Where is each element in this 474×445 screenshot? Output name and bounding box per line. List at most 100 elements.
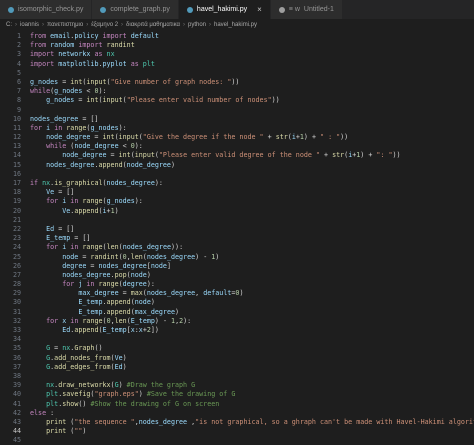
code-area[interactable]: from email.policy import default from ran… [30,32,474,441]
code-line[interactable]: ​ [30,372,474,381]
code-line[interactable]: while(g_nodes < 0): [30,87,474,96]
code-line[interactable]: degree = nodes_degree[node] [30,262,474,271]
editor-tab-bar: isomorphic_check.py complete_graph.py have… [0,0,474,19]
line-number: 10 [12,114,21,123]
tab-1[interactable]: complete_graph.py [92,0,179,19]
code-line[interactable]: import matplotlib.pyplot as plt [30,60,474,69]
line-number: 43 [12,417,21,426]
code-line[interactable]: ​ [30,436,474,441]
chevron-right-icon: › [15,22,17,28]
code-line[interactable]: if nx.is_graphical(nodes_degree): [30,179,474,188]
line-number: 34 [12,335,21,344]
tab-label: complete_graph.py [110,6,170,13]
code-line[interactable]: for j in range(degree): [30,280,474,289]
code-line[interactable]: nodes_degree.pop(node) [30,271,474,280]
tab-label: isomorphic_check.py [18,6,84,13]
python-file-icon [100,6,107,13]
line-number: 23 [12,234,21,243]
code-line[interactable]: while (node_degree < 0): [30,142,474,151]
code-line[interactable]: ​ [30,106,474,115]
tab-label: havel_hakimi.py [196,6,248,13]
code-line[interactable]: G = nx.Graph() [30,344,474,353]
code-line[interactable]: ​ [30,216,474,225]
code-line[interactable]: g_nodes = int(input("Please enter valid … [30,96,474,105]
chevron-right-icon: › [86,22,89,28]
line-number: 9 [16,105,21,114]
breadcrumb-item[interactable]: python [188,22,206,28]
line-number: 1 [16,32,21,40]
code-line[interactable]: G.add_nodes_from(Ve) [30,354,474,363]
line-number: 38 [12,371,21,380]
line-number: 19 [12,197,21,206]
line-number: 7 [16,87,21,96]
code-line[interactable]: ​ [30,69,474,78]
code-line[interactable]: for i in range(g_nodes): [30,124,474,133]
tab-3[interactable]: ≡ w Untitled-1 [270,0,343,19]
breadcrumb: C: › ioannis › πανεπιστημιο › έξαμηνο 2 › διακρι… [0,19,474,31]
python-file-icon [8,6,14,13]
code-line[interactable]: Ed = [] [30,225,474,234]
code-line[interactable]: E_temp.append(node) [30,298,474,307]
code-line[interactable]: G.add_edges_from(Ed) [30,363,474,372]
line-number: 15 [12,160,21,169]
code-line[interactable]: ​ [30,335,474,344]
code-line[interactable]: g_nodes = int(input("Give number of grap… [30,78,474,87]
line-number: 11 [12,123,21,132]
breadcrumb-item[interactable]: πανεπιστημιο [47,22,83,28]
code-editor[interactable]: 1 2 3 4 5 6 7 8 9 10 11 12 13 14 15 16 17 18 19 20 21 22 23 24 2… [0,32,474,444]
line-number: 27 [12,270,21,279]
code-line[interactable]: Ve = [] [30,188,474,197]
line-number: 25 [12,252,21,261]
code-line[interactable]: max_degree = max(nodes_degree, default=0… [30,289,474,298]
code-line[interactable]: for x in range(0,len(E_temp) - 1,2): [30,317,474,326]
code-line[interactable]: ​ [30,170,474,179]
line-number: 33 [12,326,21,334]
code-line[interactable]: E_temp.append(max_degree) [30,308,474,317]
code-line[interactable]: node_degree = int(input("Please enter va… [30,151,474,160]
code-line[interactable]: for i in range(g_nodes): [30,197,474,206]
line-number: 30 [12,298,21,307]
code-line[interactable]: Ve.append(i+1) [30,207,474,216]
line-number: 36 [12,353,21,362]
code-line[interactable]: E_temp = [] [30,234,474,243]
code-line[interactable]: print ("") [30,427,474,436]
code-line[interactable]: nodes_degree.append(node_degree) [30,161,474,170]
code-line[interactable]: else : [30,409,474,418]
chevron-right-icon: › [121,22,124,28]
line-number: 35 [12,344,21,353]
line-number: 3 [16,50,21,59]
code-line[interactable]: for i in range(len(nodes_degree)): [30,243,474,252]
code-line[interactable]: from random import randint [30,41,474,50]
line-number: 26 [12,261,21,270]
code-line[interactable]: Ed.append(E_temp[x:x+2]) [30,326,474,335]
line-number: 39 [12,381,21,390]
tab-label: Untitled-1 [303,6,334,13]
code-line[interactable]: print ("the sequence ",nodes_degree ,"is… [30,418,474,427]
breadcrumb-item[interactable]: διακριτά μαθηματικα [126,22,180,28]
chevron-right-icon: › [42,22,45,28]
code-line[interactable]: nx.draw_networkx(G) #Draw the graph G [30,381,474,390]
chevron-right-icon: › [209,22,211,28]
code-line[interactable]: node_degree = int(input("Give the degree… [30,133,474,142]
code-line[interactable]: plt.show() #Show the drawing of G on scr… [30,400,474,409]
line-number: 17 [12,179,21,187]
line-number: 6 [16,77,21,86]
line-number: 31 [12,307,21,316]
code-line[interactable]: plt.savefig("graph.eps") #Save the drawi… [30,390,474,399]
close-icon[interactable]: × [257,5,262,14]
breadcrumb-item[interactable]: ioannis [20,22,39,28]
line-number: 42 [12,408,21,417]
line-number: 13 [12,142,21,151]
line-number-gutter: 1 2 3 4 5 6 7 8 9 10 11 12 13 14 15 16 17 18 19 20 21 22 23 24 2… [0,32,24,444]
breadcrumb-item[interactable]: havel_hakimi.py [214,22,257,28]
code-line[interactable]: node = randint(0,len(nodes_degree) - 1) [30,253,474,262]
code-line[interactable]: nodes_degree = [] [30,115,474,124]
line-number: 5 [16,68,21,77]
code-line[interactable]: import networkx as nx [30,50,474,59]
tab-2[interactable]: havel_hakimi.py × [178,0,271,19]
chevron-right-icon: › [182,22,185,28]
tab-0[interactable]: isomorphic_check.py [0,0,93,19]
breadcrumb-item[interactable]: έξαμηνο 2 [91,22,118,28]
line-number: 37 [12,362,21,371]
code-line[interactable]: from email.policy import default [30,32,474,41]
